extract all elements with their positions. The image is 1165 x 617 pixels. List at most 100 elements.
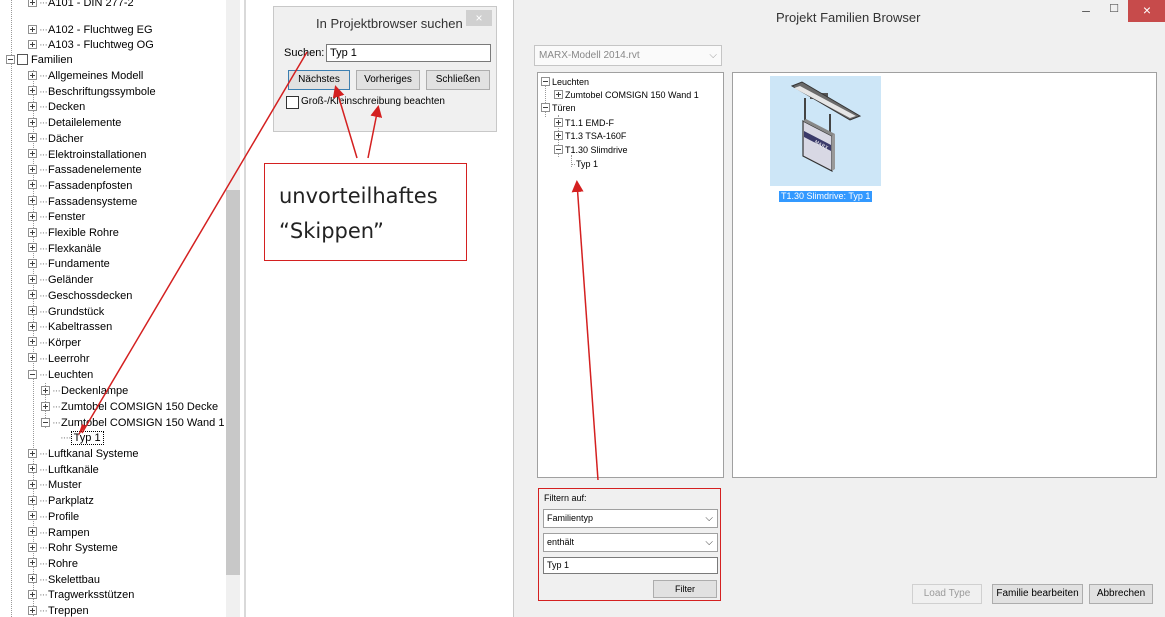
- tree-item[interactable]: ···Fassadenpfosten: [28, 179, 132, 194]
- tree-item[interactable]: ···Treppen: [28, 604, 89, 617]
- expand-icon[interactable]: [28, 164, 37, 174]
- expand-icon[interactable]: [28, 306, 37, 316]
- tree-item[interactable]: ···Skelettbau: [28, 573, 100, 588]
- expand-icon[interactable]: [28, 527, 37, 537]
- tree-item[interactable]: ···Dächer: [28, 132, 83, 147]
- filter-value-input[interactable]: Typ 1: [543, 557, 718, 574]
- tree-item[interactable]: ···Leerrohr: [28, 352, 90, 367]
- expand-icon[interactable]: [28, 337, 37, 347]
- expand-icon[interactable]: [28, 353, 37, 363]
- expand-icon[interactable]: [28, 495, 37, 505]
- expand-icon[interactable]: [28, 274, 37, 284]
- tree-item[interactable]: ···Detailelemente: [28, 116, 121, 131]
- expand-icon[interactable]: [554, 90, 563, 100]
- family-preview-pane[interactable]: MARX T1.30 Slimdrive: Typ 1: [732, 72, 1157, 478]
- search-dialog-titlebar[interactable]: In Projektbrowser suchen ×: [274, 7, 496, 39]
- expand-icon[interactable]: [28, 448, 37, 458]
- close-button[interactable]: Schließen: [426, 70, 490, 90]
- tree-item[interactable]: ···Decken: [28, 100, 85, 115]
- collapse-icon[interactable]: [41, 417, 50, 427]
- filter-button[interactable]: Filter: [653, 580, 717, 598]
- collapse-icon[interactable]: [6, 54, 15, 64]
- expand-icon[interactable]: [28, 117, 37, 127]
- tree-item[interactable]: T1.3 TSA-160F: [554, 129, 626, 144]
- expand-icon[interactable]: [28, 605, 37, 615]
- search-input[interactable]: [326, 44, 491, 62]
- expand-icon[interactable]: [28, 86, 37, 96]
- close-icon[interactable]: ×: [1128, 0, 1165, 22]
- tree-item[interactable]: ···Fassadenelemente: [28, 163, 142, 178]
- next-button[interactable]: Nächstes: [288, 70, 350, 90]
- case-sensitive-checkbox[interactable]: [286, 96, 299, 109]
- tree-item[interactable]: ···Beschriftungssymbole: [28, 85, 156, 100]
- tree-item[interactable]: ···Körper: [28, 336, 81, 351]
- collapse-icon[interactable]: [541, 103, 550, 113]
- tree-item[interactable]: ···Luftkanal Systeme: [28, 447, 139, 462]
- filter-condition-select[interactable]: enthält ⌵: [543, 533, 718, 552]
- model-select[interactable]: MARX-Modell 2014.rvt ⌵: [534, 45, 722, 66]
- tree-item[interactable]: ···Tragwerksstützen: [28, 588, 134, 603]
- tree-item[interactable]: ···Muster: [28, 478, 82, 493]
- expand-icon[interactable]: [28, 321, 37, 331]
- tree-item[interactable]: ···Grundstück: [28, 305, 104, 320]
- tree-item[interactable]: ···Geländer: [28, 273, 93, 288]
- expand-icon[interactable]: [28, 0, 37, 7]
- expand-icon[interactable]: [28, 258, 37, 268]
- expand-icon[interactable]: [28, 196, 37, 206]
- family-thumbnail[interactable]: MARX: [770, 76, 881, 186]
- tree-item[interactable]: ···Elektroinstallationen: [28, 148, 146, 163]
- expand-icon[interactable]: [41, 401, 50, 411]
- tree-item[interactable]: ···A101 - DIN 277-2: [28, 0, 134, 11]
- tree-item[interactable]: Türen: [541, 101, 576, 116]
- maximize-icon[interactable]: ☐: [1102, 2, 1126, 22]
- expand-icon[interactable]: [554, 118, 563, 128]
- expand-icon[interactable]: [28, 511, 37, 521]
- expand-icon[interactable]: [28, 243, 37, 253]
- expand-icon[interactable]: [28, 464, 37, 474]
- tree-item[interactable]: ···Profile: [28, 510, 79, 525]
- tree-item[interactable]: ···Zumtobel COMSIGN 150 Wand 1: [41, 416, 224, 431]
- tree-item[interactable]: T1.30 Slimdrive: [554, 143, 628, 158]
- minimize-icon[interactable]: –: [1074, 2, 1098, 22]
- expand-icon[interactable]: [28, 558, 37, 568]
- tree-item[interactable]: ···A102 - Fluchtweg EG: [28, 23, 153, 38]
- tree-scroll-thumb[interactable]: [226, 190, 240, 575]
- collapse-icon[interactable]: [28, 369, 37, 379]
- expand-icon[interactable]: [28, 149, 37, 159]
- tree-item[interactable]: ··Typ 1: [571, 157, 598, 172]
- tree-item[interactable]: ···Flexkanäle: [28, 242, 101, 257]
- expand-icon[interactable]: [28, 227, 37, 237]
- tree-item[interactable]: ···Rohre: [28, 557, 78, 572]
- expand-icon[interactable]: [28, 180, 37, 190]
- tree-item[interactable]: ···Zumtobel COMSIGN 150 Decke: [41, 400, 218, 415]
- tree-item[interactable]: ···Rampen: [28, 526, 90, 541]
- tree-item[interactable]: ···Fundamente: [28, 257, 110, 272]
- family-tree[interactable]: Leuchten Zumtobel COMSIGN 150 Wand 1 Tür…: [537, 72, 724, 478]
- expand-icon[interactable]: [28, 39, 37, 49]
- collapse-icon[interactable]: [554, 145, 563, 155]
- close-icon[interactable]: ×: [466, 10, 492, 26]
- tree-item[interactable]: ···Luftkanäle: [28, 463, 99, 478]
- expand-icon[interactable]: [28, 133, 37, 143]
- tree-item[interactable]: ···Rohr Systeme: [28, 541, 118, 556]
- tree-item[interactable]: ···Parkplatz: [28, 494, 94, 509]
- tree-item[interactable]: ···Allgemeines Modell: [28, 69, 143, 84]
- load-type-button[interactable]: Load Type: [912, 584, 982, 604]
- expand-icon[interactable]: [28, 24, 37, 34]
- tree-item[interactable]: ···Fenster: [28, 210, 85, 225]
- edit-family-button[interactable]: Familie bearbeiten: [992, 584, 1083, 604]
- tree-item[interactable]: Zumtobel COMSIGN 150 Wand 1: [554, 88, 699, 103]
- family-browser-titlebar[interactable]: Projekt Familien Browser – ☐ ×: [514, 0, 1165, 31]
- tree-item[interactable]: ···Geschossdecken: [28, 289, 132, 304]
- expand-icon[interactable]: [28, 101, 37, 111]
- expand-icon[interactable]: [28, 574, 37, 584]
- expand-icon[interactable]: [28, 479, 37, 489]
- project-browser-tree[interactable]: ···A101 - DIN 277-2 ···A102 - Fluchtweg …: [0, 0, 244, 617]
- expand-icon[interactable]: [28, 211, 37, 221]
- tree-item[interactable]: ···Fassadensysteme: [28, 195, 137, 210]
- expand-icon[interactable]: [41, 385, 50, 395]
- tree-scrollbar[interactable]: [226, 0, 240, 617]
- tree-item[interactable]: ···Flexible Rohre: [28, 226, 119, 241]
- filter-type-select[interactable]: Familientyp ⌵: [543, 509, 718, 528]
- expand-icon[interactable]: [554, 131, 563, 141]
